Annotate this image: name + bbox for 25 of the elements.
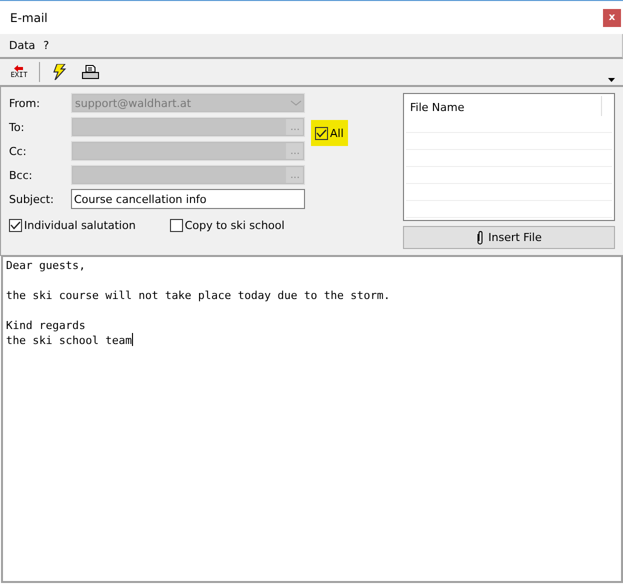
checkbox-label: Copy to ski school (184, 219, 285, 232)
field-label: Bcc: (9, 168, 34, 182)
attachment-list[interactable]: File Name (403, 93, 615, 221)
message-body[interactable]: Dear guests, the ski course will not take place today due to the storm. Kind regards the ski school team (1, 256, 623, 583)
arrow-icon (14, 65, 24, 72)
checkbox[interactable] (9, 219, 22, 232)
field-label: Cc: (9, 144, 28, 158)
paperclip-icon (476, 230, 484, 246)
checkbox[interactable] (170, 219, 183, 232)
menu-item[interactable]: Data (9, 39, 36, 52)
menu-item[interactable]: ? (43, 39, 50, 52)
window-title: E-mail (10, 10, 48, 24)
subject-field[interactable]: Course cancellation info (71, 189, 305, 209)
all-checkbox[interactable]: All (311, 120, 348, 146)
insert-file-button[interactable]: Insert File (403, 226, 615, 249)
field-label: Subject: (9, 192, 55, 206)
chevron-icon (288, 99, 304, 107)
field-label: To: (9, 120, 26, 134)
checkbox-label: Individual salutation (24, 219, 136, 232)
close-button[interactable]: x (603, 8, 621, 26)
field-label: From: (9, 96, 41, 110)
checkbox[interactable] (315, 126, 328, 140)
column-header[interactable]: File Name (406, 96, 602, 116)
checkbox-label: All (330, 126, 344, 140)
dropdown-arrow-icon[interactable] (608, 78, 615, 82)
